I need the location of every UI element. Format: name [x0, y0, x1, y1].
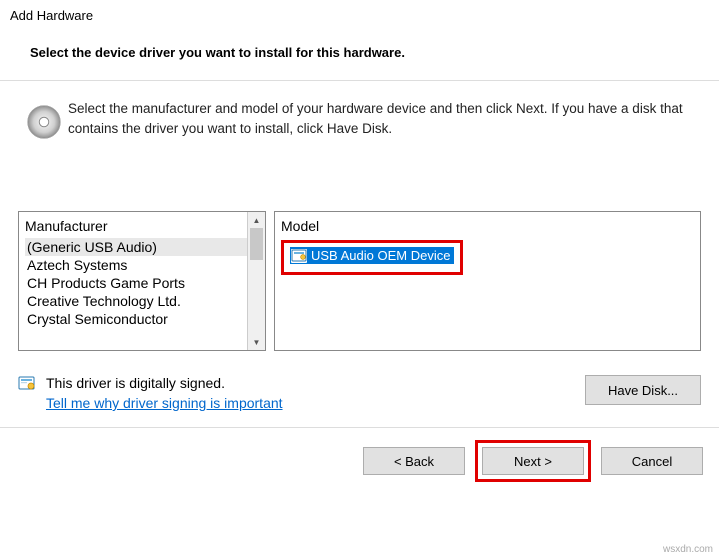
model-item-label: USB Audio OEM Device — [311, 248, 450, 263]
next-button[interactable]: Next > — [482, 447, 584, 475]
scroll-up-icon[interactable]: ▲ — [248, 212, 265, 228]
signing-status-text: This driver is digitally signed. — [46, 375, 283, 391]
page-instruction: Select the device driver you want to ins… — [0, 27, 719, 80]
certificate-icon — [18, 375, 36, 393]
back-button[interactable]: < Back — [363, 447, 465, 475]
model-header: Model — [281, 216, 694, 238]
signing-row: This driver is digitally signed. Tell me… — [0, 365, 719, 427]
selection-panels: Manufacturer (Generic USB Audio) Aztech … — [0, 151, 719, 365]
disk-icon — [20, 99, 68, 141]
footer-buttons: < Back Next > Cancel — [0, 427, 719, 492]
list-item[interactable]: Creative Technology Ltd. — [25, 292, 247, 310]
highlight-box: USB Audio OEM Device — [281, 240, 463, 275]
list-item[interactable]: USB Audio OEM Device — [290, 247, 454, 264]
signing-info-link[interactable]: Tell me why driver signing is important — [46, 395, 283, 411]
list-item[interactable]: Crystal Semiconductor — [25, 310, 247, 328]
cancel-button[interactable]: Cancel — [601, 447, 703, 475]
highlight-box: Next > — [475, 440, 591, 482]
list-item[interactable]: (Generic USB Audio) — [25, 238, 247, 256]
info-section: Select the manufacturer and model of you… — [0, 81, 719, 151]
manufacturer-list[interactable]: Manufacturer (Generic USB Audio) Aztech … — [18, 211, 266, 351]
window-title: Add Hardware — [0, 0, 719, 27]
have-disk-button[interactable]: Have Disk... — [585, 375, 701, 405]
manufacturer-header: Manufacturer — [25, 216, 247, 238]
list-item[interactable]: CH Products Game Ports — [25, 274, 247, 292]
list-item[interactable]: Aztech Systems — [25, 256, 247, 274]
certificate-icon — [291, 249, 307, 263]
scroll-down-icon[interactable]: ▼ — [248, 334, 265, 350]
watermark: wsxdn.com — [663, 544, 713, 555]
scrollbar[interactable]: ▲ ▼ — [247, 212, 265, 350]
model-list[interactable]: Model USB Audio OEM Device — [274, 211, 701, 351]
info-text: Select the manufacturer and model of you… — [68, 99, 699, 138]
scroll-thumb[interactable] — [250, 228, 263, 260]
